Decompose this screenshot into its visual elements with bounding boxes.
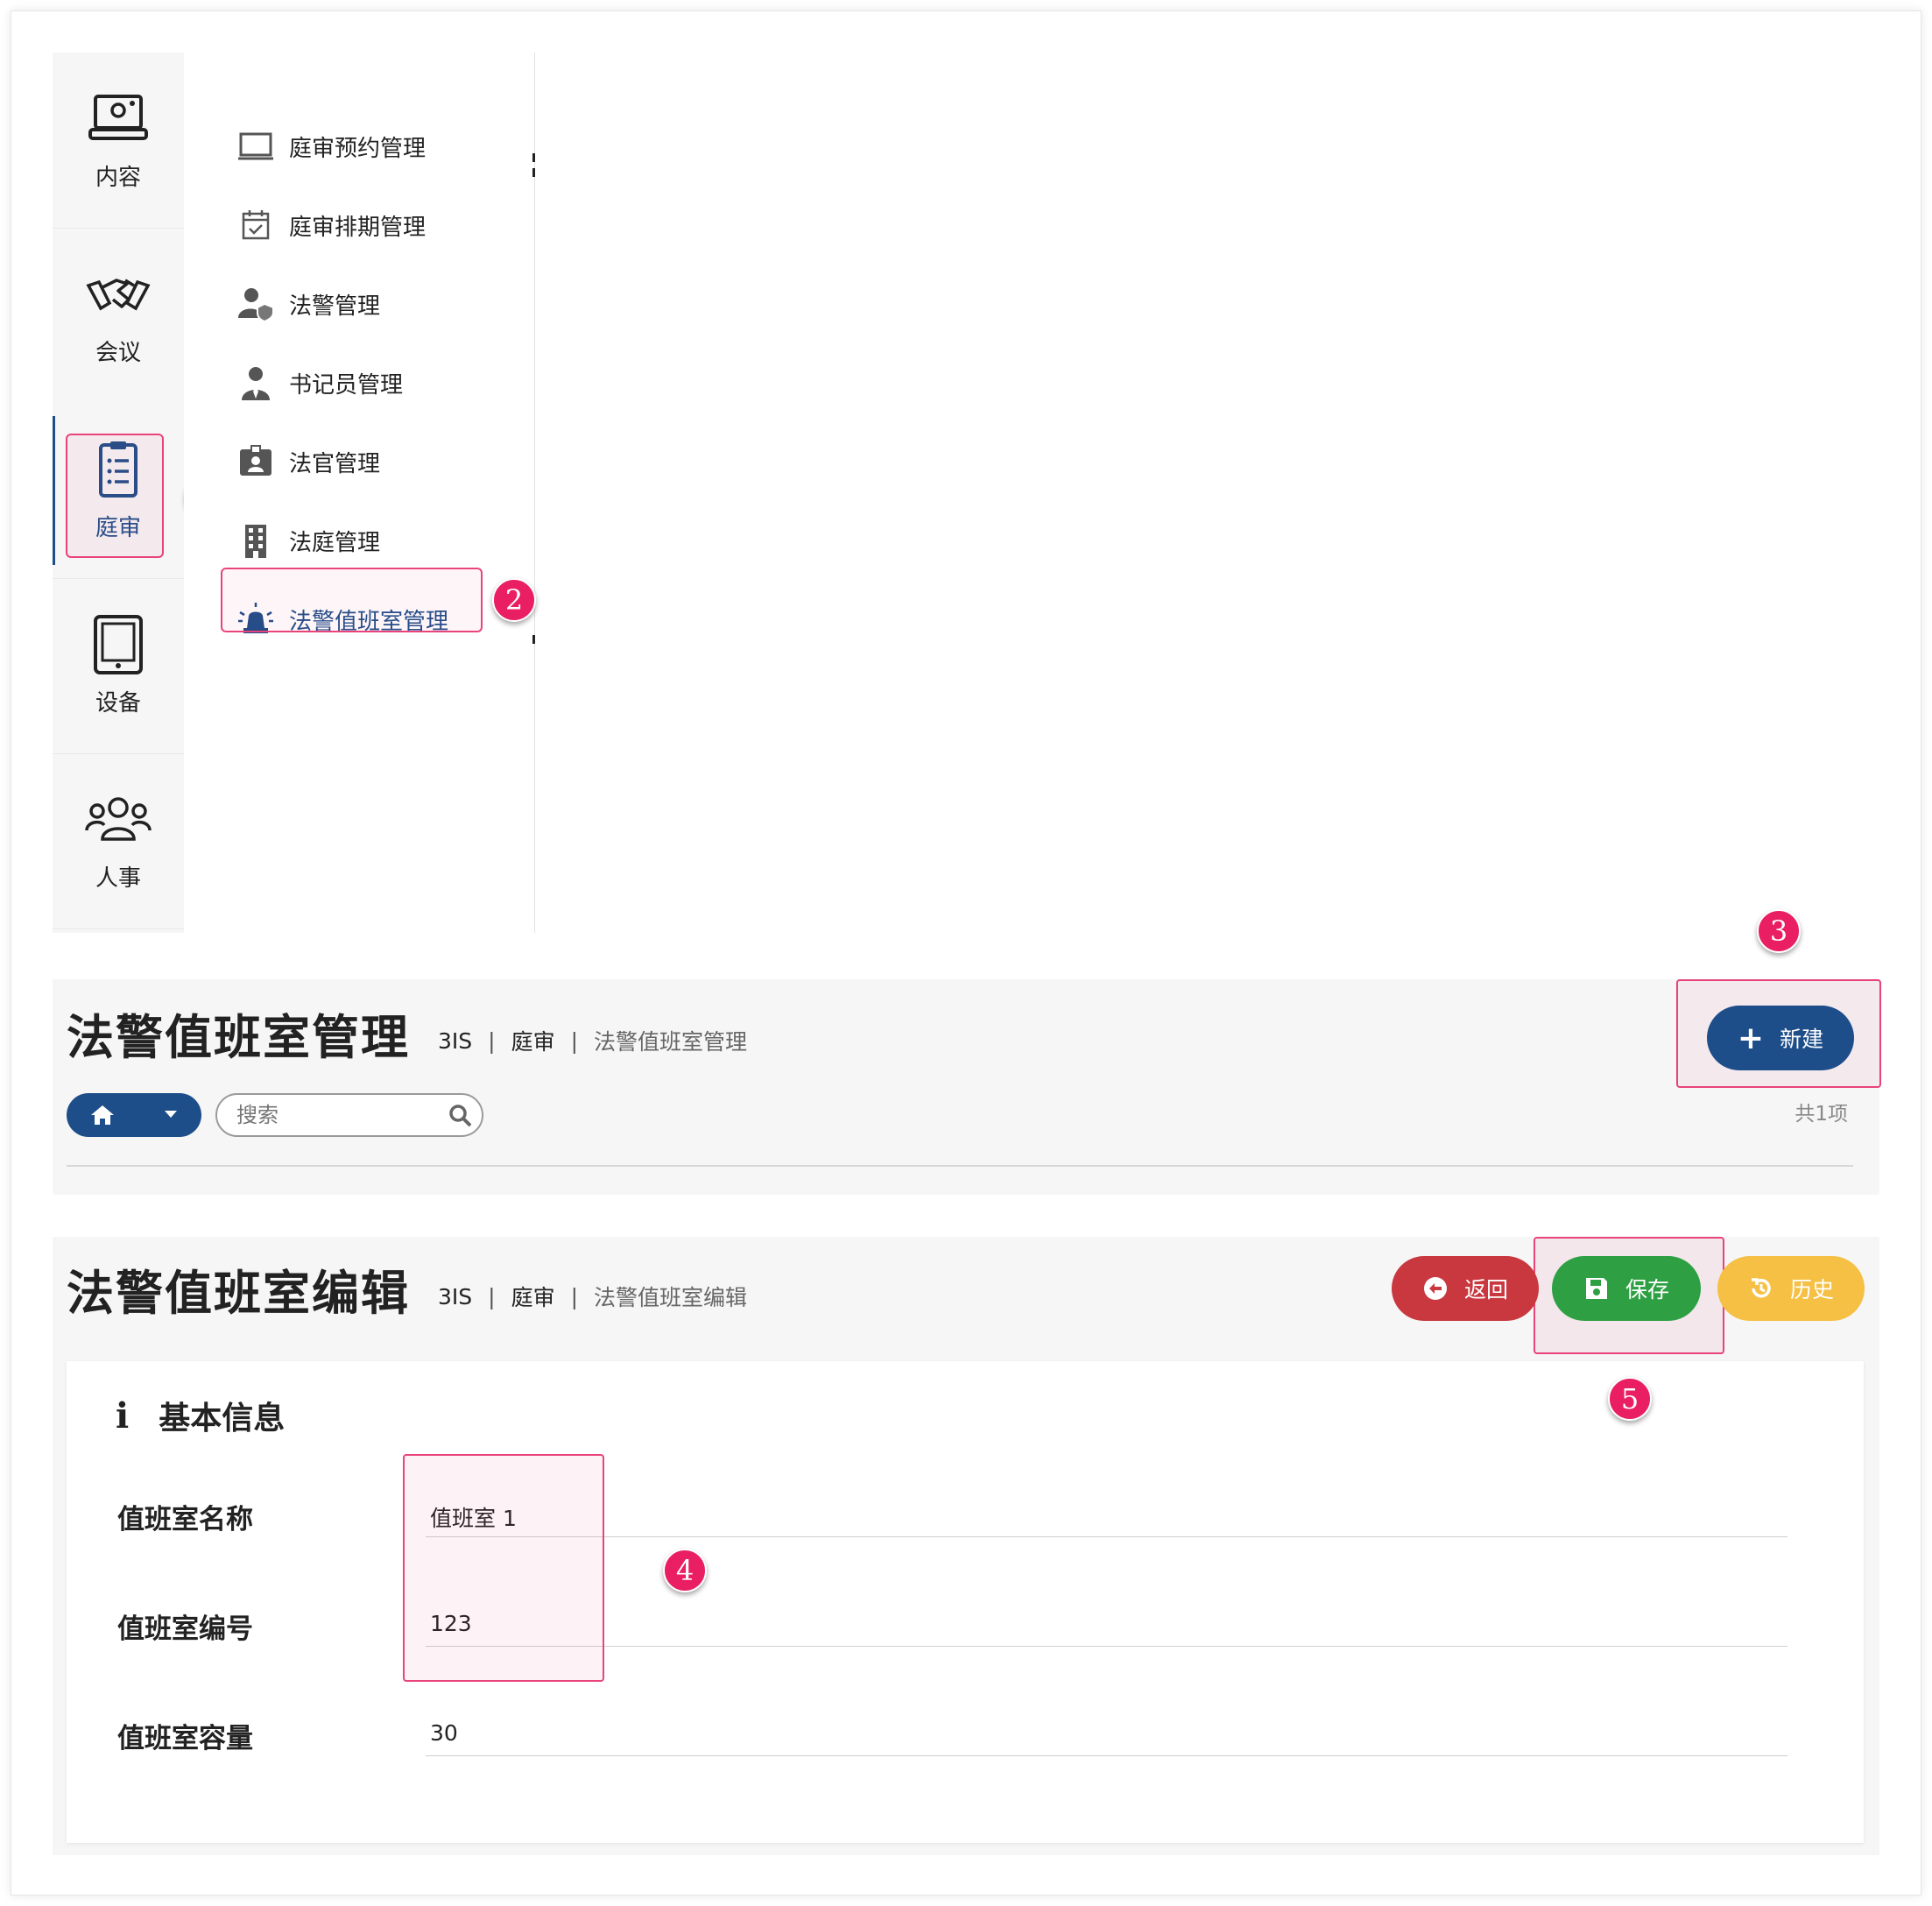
rail-label: 会议 [95,339,141,366]
field-label-name: 值班室名称 [117,1504,253,1535]
field-value-capacity[interactable]: 30 [430,1720,458,1746]
highlight-box-duty-room [221,568,483,632]
search-icon[interactable] [448,1104,473,1128]
list-page-header: 法警值班室管理 3IS | 庭审 | 法警值班室管理 + 新建 共1项 [53,979,1881,1195]
search-box[interactable] [215,1093,483,1137]
users-icon [85,796,152,841]
home-icon [91,1105,114,1125]
basic-info-card: i 基本信息 值班室名称 值班室 1 值班室编号 123 值班室容量 30 [67,1361,1864,1843]
breadcrumb-item: 法警值班室编辑 [594,1285,748,1310]
user-shield-icon [238,288,274,323]
user-tie-icon [242,367,270,400]
breadcrumb-item[interactable]: 3IS [438,1028,472,1054]
new-button-label: 新建 [1780,1027,1824,1052]
save-button[interactable]: 保存 [1552,1256,1701,1321]
handshake-icon [86,278,151,310]
home-dropdown-button[interactable] [67,1093,201,1137]
submenu-label: 庭审预约管理 [289,135,427,162]
back-button-label: 返回 [1463,1277,1508,1302]
submenu-label: 法官管理 [289,450,381,477]
breadcrumb-separator: | [488,1283,496,1309]
plus-icon: + [1737,1020,1765,1056]
submenu-item-courtroom[interactable]: 法庭管理 [236,519,380,562]
breadcrumb-item: 法警值班室管理 [594,1029,748,1055]
submenu-item-judge[interactable]: 法官管理 [236,440,380,484]
info-icon: i [116,1394,130,1437]
back-button[interactable]: 返回 [1392,1256,1539,1321]
highlight-box-fields [403,1454,604,1682]
field-label-number: 值班室编号 [117,1613,253,1645]
step-badge-2: 2 [492,578,536,622]
field-label-capacity: 值班室容量 [117,1723,253,1754]
history-button-label: 历史 [1789,1277,1834,1302]
building-icon [245,525,266,558]
rail-label: 内容 [95,164,141,191]
rail-label: 人事 [95,865,141,892]
splitter-handle[interactable] [532,153,535,162]
divider [67,1165,1853,1167]
rail-item-personnel[interactable]: 人事 [53,753,184,929]
splitter-handle[interactable] [532,168,535,177]
breadcrumb: 3IS | 庭审 | 法警值班室管理 [438,1025,747,1056]
field-underline [426,1536,1787,1537]
id-badge-icon [240,445,271,476]
submenu-label: 书记员管理 [289,371,404,399]
submenu-label: 法庭管理 [289,529,381,556]
tablet-icon [94,614,143,674]
field-underline [426,1646,1787,1647]
rail-label: 设备 [95,689,141,717]
breadcrumb-separator: | [488,1027,496,1054]
rail-item-content[interactable]: 内容 [53,53,184,229]
breadcrumb-item[interactable]: 庭审 [511,1281,555,1312]
breadcrumb-item[interactable]: 3IS [438,1284,472,1309]
breadcrumb-separator: | [570,1283,579,1309]
screen-user-icon [88,94,148,140]
submenu-label: 庭审排期管理 [289,214,427,241]
submenu-label: 法警管理 [289,293,381,320]
submenu-panel: 庭审预约管理 庭审排期管理 法警管理 书记员管理 法官管理 法庭管理 法警值班室… [184,53,535,933]
submenu-item-trial-schedule[interactable]: 庭审排期管理 [236,203,426,247]
field-underline [426,1755,1787,1756]
page-title: 法警值班室管理 [67,1010,410,1065]
laptop-icon [238,132,273,160]
search-input[interactable] [235,1100,440,1130]
submenu-item-bailiff[interactable]: 法警管理 [236,282,380,326]
section-title-text: 基本信息 [159,1401,286,1437]
arrow-circle-left-icon [1423,1277,1447,1300]
rail-item-meeting[interactable]: 会议 [53,228,184,404]
splitter-handle[interactable] [532,635,535,644]
floppy-disk-icon [1585,1278,1607,1299]
edit-page: 法警值班室编辑 3IS | 庭审 | 法警值班室编辑 返回 保存 历史 i 基本… [53,1237,1879,1855]
save-button-label: 保存 [1625,1277,1669,1302]
step-badge-5: 5 [1608,1377,1652,1421]
total-count: 共1项 [1795,1103,1848,1126]
breadcrumb-item[interactable]: 庭审 [511,1025,555,1056]
new-button[interactable]: + 新建 [1707,1006,1854,1070]
step-badge-4: 4 [663,1549,707,1592]
caret-down-icon [165,1111,177,1118]
submenu-item-clerk[interactable]: 书记员管理 [236,361,403,405]
step-badge-3: 3 [1757,909,1801,953]
history-button[interactable]: 历史 [1717,1256,1865,1321]
breadcrumb: 3IS | 庭审 | 法警值班室编辑 [438,1281,747,1312]
section-title: i 基本信息 [116,1393,285,1438]
history-icon [1751,1278,1771,1298]
rail-item-device[interactable]: 设备 [53,578,184,754]
submenu-item-trial-booking[interactable]: 庭审预约管理 [236,124,426,168]
calendar-check-icon [242,210,270,240]
page-title: 法警值班室编辑 [67,1266,410,1321]
breadcrumb-separator: | [570,1027,579,1054]
highlight-box-trial [66,434,164,558]
